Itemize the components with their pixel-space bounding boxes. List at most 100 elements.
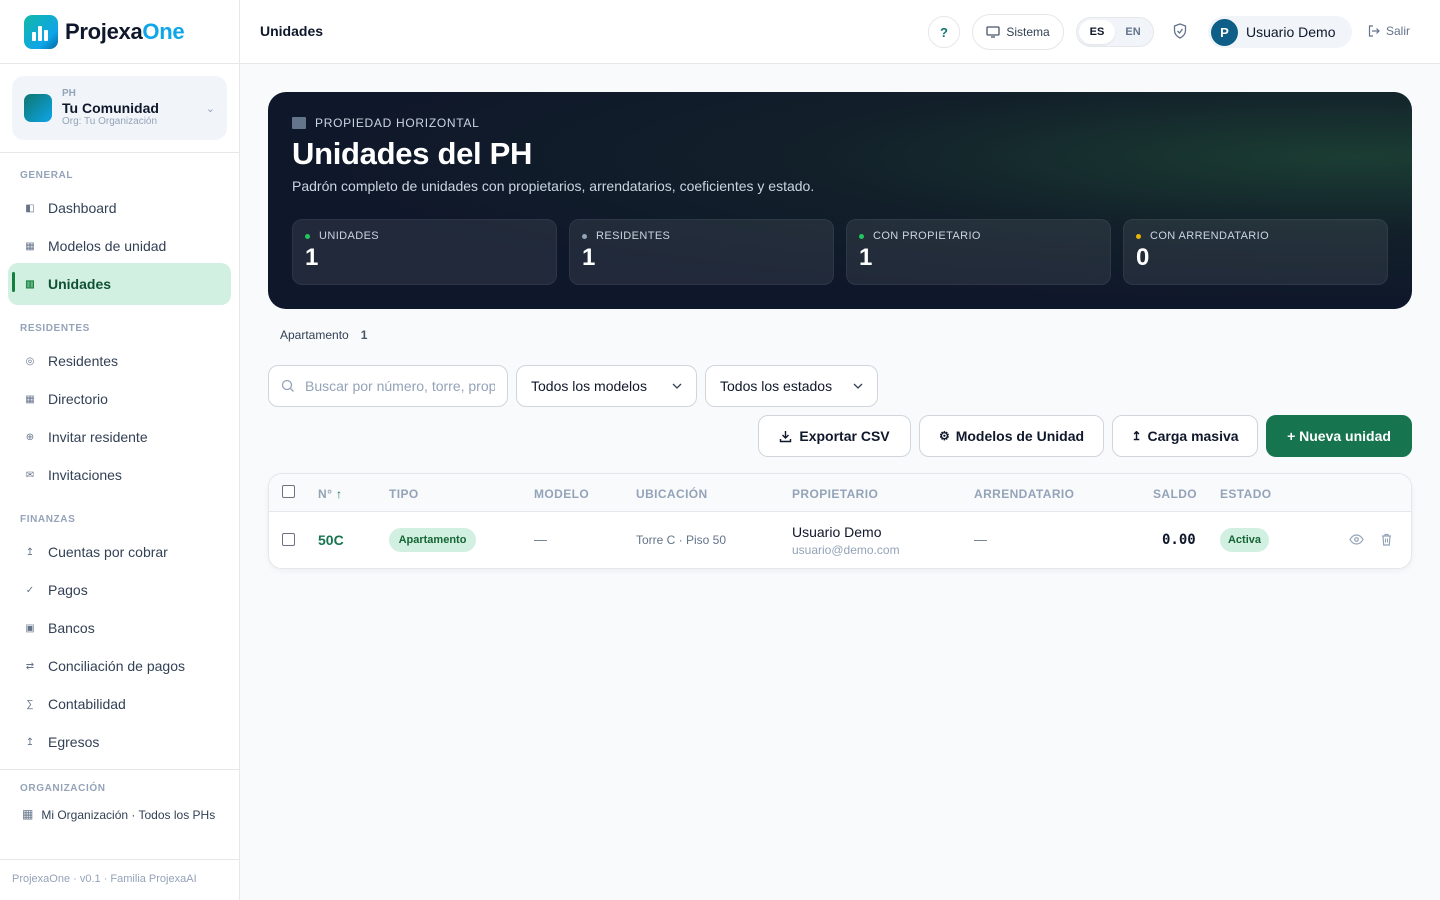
sidebar-item-payments[interactable]: ✓ Pagos <box>8 571 231 609</box>
bulk-upload-button[interactable]: ↥ Carga masiva <box>1112 415 1258 457</box>
column-header-number[interactable]: N° ↑ <box>318 487 342 501</box>
status-dot <box>859 233 864 239</box>
select-all-checkbox[interactable] <box>282 485 295 498</box>
chevron-down-icon <box>853 383 863 389</box>
stat-value: 1 <box>305 244 319 271</box>
building-icon <box>292 117 306 129</box>
brand-name: ProjexaOne <box>65 18 185 44</box>
gear-icon: ⚙ <box>938 429 950 443</box>
column-header-location: UBICACIÓN <box>636 487 708 501</box>
table-header: N° ↑ TIPO MODELO UBICACIÓN PROPIETARIO A… <box>269 474 1411 512</box>
building-icon: ▥ <box>25 278 35 290</box>
sidebar-item-dashboard[interactable]: ◧ Dashboard <box>8 189 231 227</box>
sidebar-item-expenses[interactable]: ↥ Egresos <box>8 723 231 761</box>
column-header-balance: SALDO <box>1153 487 1197 501</box>
sidebar-item-receivables[interactable]: ↥ Cuentas por cobrar <box>8 533 231 571</box>
lang-en[interactable]: EN <box>1115 20 1151 44</box>
column-header-model: MODELO <box>534 487 590 501</box>
sidebar-item-unit-models[interactable]: ▦ Modelos de unidad <box>8 227 231 265</box>
sidebar-item-organization[interactable]: ▦ Mi Organización · Todos los PHs <box>22 807 227 823</box>
download-icon <box>780 430 792 442</box>
divider <box>0 769 239 770</box>
column-header-owner: PROPIETARIO <box>792 487 879 501</box>
upload-icon: ↥ <box>1131 429 1142 443</box>
directory-icon: ▦ <box>25 393 35 405</box>
row-checkbox[interactable] <box>282 533 295 546</box>
type-badge: Apartamento <box>389 528 476 552</box>
status-dot <box>582 233 587 239</box>
owner-name: Usuario Demo <box>792 524 882 540</box>
mail-icon: ✉ <box>25 469 35 481</box>
stat-value: 0 <box>1136 244 1150 271</box>
swap-icon: ⇄ <box>25 660 35 672</box>
sidebar: ProjexaOne PH Tu Comunidad Org: Tu Organ… <box>0 0 240 900</box>
sidebar-item-directory[interactable]: ▦ Directorio <box>8 380 231 418</box>
owner-email: usuario@demo.com <box>792 543 900 557</box>
user-menu[interactable]: P Usuario Demo <box>1208 16 1352 48</box>
logout-button[interactable]: Salir <box>1368 24 1410 38</box>
nav-section-general: GENERAL <box>20 170 74 181</box>
state-select[interactable]: Todos los estados <box>705 365 878 407</box>
stat-value: 1 <box>582 244 596 271</box>
chevron-down-icon <box>672 383 682 389</box>
search-icon <box>281 379 294 392</box>
hero-banner: PROPIEDAD HORIZONTAL Unidades del PH Pad… <box>268 92 1412 309</box>
search-input[interactable] <box>305 378 495 394</box>
trash-icon[interactable] <box>1381 533 1392 546</box>
hero-kicker: PROPIEDAD HORIZONTAL <box>292 116 479 130</box>
unit-models-button[interactable]: ⚙ Modelos de Unidad <box>919 415 1104 457</box>
chip-count: 1 <box>360 328 368 342</box>
status-dot <box>305 233 310 239</box>
sidebar-item-reconciliation[interactable]: ⇄ Conciliación de pagos <box>8 647 231 685</box>
status-badge: Activa <box>1220 528 1269 552</box>
community-name: Tu Comunidad <box>62 99 159 116</box>
avatar: P <box>1211 18 1238 46</box>
model-select[interactable]: Todos los modelos <box>516 365 697 407</box>
brand[interactable]: ProjexaOne <box>0 0 239 64</box>
divider <box>0 152 239 153</box>
shield-icon[interactable] <box>1173 23 1187 39</box>
lang-es[interactable]: ES <box>1079 20 1115 44</box>
monitor-icon <box>986 26 1000 38</box>
search-box[interactable] <box>268 365 508 407</box>
sort-arrow-icon: ↑ <box>336 487 343 501</box>
unit-tenant: — <box>974 532 987 547</box>
stat-value: 1 <box>859 244 873 271</box>
stat-card-with-owner: CON PROPIETARIO 1 <box>846 219 1111 285</box>
sidebar-item-accounting[interactable]: ∑ Contabilidad <box>8 685 231 723</box>
stat-card-units: UNIDADES 1 <box>292 219 557 285</box>
community-switcher[interactable]: PH Tu Comunidad Org: Tu Organización ⌄ <box>12 76 227 140</box>
language-toggle[interactable]: ES EN <box>1076 17 1154 47</box>
dashboard-icon: ◧ <box>25 202 35 214</box>
sidebar-item-units[interactable]: ▥ Unidades <box>8 263 231 305</box>
hero-subtitle: Padrón completo de unidades con propieta… <box>292 178 815 194</box>
theme-system-button[interactable]: Sistema <box>972 14 1064 50</box>
export-csv-button[interactable]: Exportar CSV <box>758 415 911 457</box>
help-button[interactable]: ? <box>928 16 960 48</box>
page-title: Unidades <box>260 23 324 39</box>
type-filter-chip[interactable]: Apartamento 1 <box>280 328 367 342</box>
community-kind: PH <box>62 87 76 99</box>
unit-location: Torre C · Piso 50 <box>636 533 727 547</box>
unit-number-link[interactable]: 50C <box>318 532 344 548</box>
column-header-type: TIPO <box>389 487 419 501</box>
community-avatar <box>24 94 52 122</box>
eye-icon[interactable] <box>1349 534 1364 545</box>
sidebar-item-residents[interactable]: ◎ Residentes <box>8 342 231 380</box>
bank-icon: ▣ <box>25 622 35 634</box>
sidebar-item-invitations[interactable]: ✉ Invitaciones <box>8 456 231 494</box>
organization-icon: ▦ <box>22 807 34 821</box>
sidebar-item-banks[interactable]: ▣ Bancos <box>8 609 231 647</box>
grid-icon: ▦ <box>25 240 35 252</box>
units-table: N° ↑ TIPO MODELO UBICACIÓN PROPIETARIO A… <box>268 473 1412 569</box>
check-icon: ✓ <box>25 584 35 596</box>
status-dot <box>1136 233 1141 239</box>
community-org: Org: Tu Organización <box>62 116 158 128</box>
sidebar-item-invite-resident[interactable]: ⊕ Invitar residente <box>8 418 231 456</box>
expense-icon: ↥ <box>25 736 35 748</box>
chevron-down-icon: ⌄ <box>205 102 215 115</box>
people-icon: ◎ <box>25 355 35 367</box>
new-unit-button[interactable]: + Nueva unidad <box>1266 415 1412 457</box>
sigma-icon: ∑ <box>26 698 34 710</box>
nav-section-residents: RESIDENTES <box>20 323 90 334</box>
